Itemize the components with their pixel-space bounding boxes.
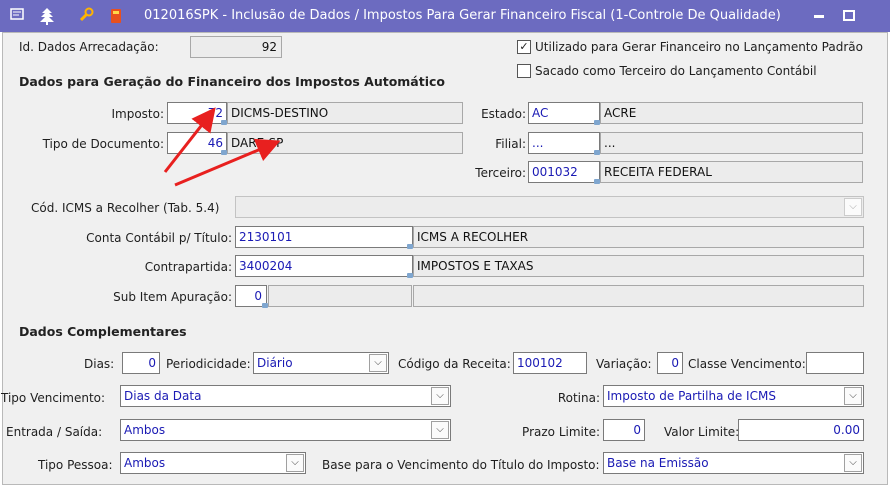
contra-desc: IMPOSTOS E TAXAS (413, 255, 864, 277)
periodicidade-select[interactable]: Diário ⌵ (253, 352, 389, 374)
sacado-checkbox[interactable] (517, 64, 531, 78)
classe-label: Classe Vencimento: (688, 357, 806, 371)
prazo-label: Prazo Limite: (522, 425, 600, 439)
contra-label: Contrapartida: (144, 260, 232, 274)
subitem-label: Sub Item Apuração: (113, 290, 232, 304)
title-bar: 012016SPK - Inclusão de Dados / Impostos… (0, 0, 890, 32)
sacado-label: Sacado como Terceiro do Lançamento Contá… (535, 64, 817, 78)
dias-label: Dias: (84, 357, 115, 371)
entrada-select[interactable]: Ambos ⌵ (120, 419, 451, 441)
id-label: Id. Dados Arrecadação: (19, 40, 159, 54)
tipodoc-code-input[interactable]: 46 (167, 132, 227, 154)
base-value: Base na Emissão (607, 456, 709, 470)
rotina-value: Imposto de Partilha de ICMS (607, 389, 776, 403)
estado-desc: ACRE (600, 102, 863, 124)
codreceita-label: Código da Receita: (398, 357, 511, 371)
menu-icon[interactable] (8, 7, 26, 25)
dias-input[interactable]: 0 (122, 352, 160, 374)
periodicidade-value: Diário (257, 356, 293, 370)
conta-desc: ICMS A RECOLHER (413, 226, 864, 248)
terceiro-code-input[interactable]: 001032 (528, 161, 600, 183)
chevron-down-icon[interactable]: ⌵ (844, 454, 862, 472)
base-label: Base para o Vencimento do Título do Impo… (322, 458, 600, 472)
chevron-down-icon[interactable]: ⌵ (844, 387, 862, 405)
estado-label: Estado: (481, 107, 526, 121)
conta-label: Conta Contábil p/ Título: (86, 231, 232, 245)
book-icon[interactable] (107, 7, 125, 25)
tipopessoa-label: Tipo Pessoa: (38, 458, 113, 472)
tipodoc-label: Tipo de Documento: (42, 137, 164, 151)
id-value: 92 (190, 36, 282, 58)
rotina-label: Rotina: (557, 391, 600, 405)
utilizado-checkbox[interactable]: ✓ (517, 40, 531, 54)
tipopessoa-value: Ambos (124, 456, 166, 470)
rotina-select[interactable]: Imposto de Partilha de ICMS ⌵ (603, 385, 864, 407)
contra-code-input[interactable]: 3400204 (235, 255, 413, 277)
estado-code-input[interactable]: AC (528, 102, 600, 124)
valorlim-input[interactable]: 0.00 (738, 419, 864, 441)
valorlim-label: Valor Limite: (664, 425, 740, 439)
filial-label: Filial: (495, 137, 526, 151)
chevron-down-icon[interactable]: ⌵ (844, 198, 862, 216)
entrada-value: Ambos (124, 423, 166, 437)
icms-label: Cód. ICMS a Recolher (Tab. 5.4) (31, 201, 220, 215)
subitem-desc-2 (413, 285, 864, 307)
tipovenc-label: Tipo Vencimento: (1, 391, 106, 405)
check-icon: ✓ (519, 40, 529, 53)
chevron-down-icon[interactable]: ⌵ (431, 421, 449, 439)
entrada-label: Entrada / Saída: (6, 425, 103, 439)
subitem-desc-1 (268, 285, 412, 307)
variacao-input[interactable]: 0 (657, 352, 683, 374)
classe-input[interactable] (806, 352, 864, 374)
filial-desc: ... (600, 132, 863, 154)
wrench-icon[interactable] (77, 7, 95, 25)
icms-select[interactable]: ⌵ (235, 196, 864, 218)
tree-icon[interactable] (38, 7, 56, 25)
tipopessoa-select[interactable]: Ambos ⌵ (120, 452, 306, 474)
periodicidade-label: Periodicidade: (166, 357, 251, 371)
tipovenc-value: Dias da Data (124, 389, 202, 403)
variacao-label: Variação: (596, 357, 652, 371)
tipodoc-desc: DARE-SP (227, 132, 463, 154)
section-title-auto: Dados para Geração do Financeiro dos Imp… (19, 74, 446, 89)
conta-code-input[interactable]: 2130101 (235, 226, 413, 248)
imposto-label: Imposto: (111, 107, 164, 121)
imposto-desc: DICMS-DESTINO (227, 102, 463, 124)
imposto-code-input[interactable]: 72 (167, 102, 227, 124)
section-title-complementares: Dados Complementares (19, 324, 187, 339)
terceiro-desc: RECEITA FEDERAL (600, 161, 863, 183)
tipovenc-select[interactable]: Dias da Data ⌵ (120, 385, 451, 407)
codreceita-input[interactable]: 100102 (513, 352, 587, 374)
filial-code-input[interactable]: ... (528, 132, 600, 154)
chevron-down-icon[interactable]: ⌵ (369, 354, 387, 372)
minimize-button[interactable] (806, 6, 832, 26)
chevron-down-icon[interactable]: ⌵ (286, 454, 304, 472)
maximize-button[interactable] (836, 6, 862, 26)
window-title: 012016SPK - Inclusão de Dados / Impostos… (144, 8, 781, 23)
terceiro-label: Terceiro: (475, 166, 526, 180)
utilizado-label: Utilizado para Gerar Financeiro no Lança… (535, 40, 863, 54)
base-select[interactable]: Base na Emissão ⌵ (603, 452, 864, 474)
prazo-input[interactable]: 0 (603, 419, 645, 441)
chevron-down-icon[interactable]: ⌵ (431, 387, 449, 405)
